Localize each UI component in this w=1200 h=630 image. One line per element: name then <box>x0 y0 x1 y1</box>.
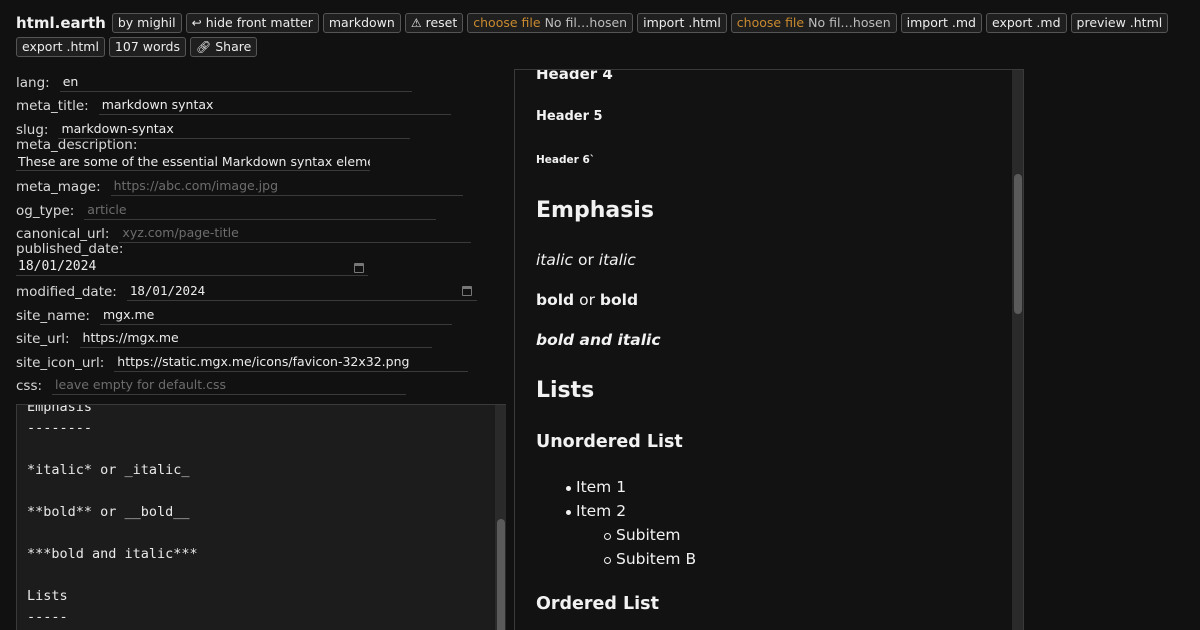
or-text: or <box>579 291 595 309</box>
hide-front-matter-button[interactable]: ↩ hide front matter <box>185 13 319 33</box>
or-text: or <box>577 251 594 269</box>
by-author-button[interactable]: by mighil <box>111 13 182 33</box>
site-name-label: site_name: <box>16 308 90 324</box>
preview-scrollbar-thumb[interactable] <box>1014 174 1022 314</box>
published-date-label: published_date: <box>16 241 124 257</box>
italic-text: italic <box>598 251 636 269</box>
choose-file-label: choose file <box>736 15 805 30</box>
lang-row: lang: en <box>16 70 412 92</box>
reset-button[interactable]: ⚠ reset <box>404 13 464 33</box>
app-window: html.earth by mighil ↩ hide front matter… <box>0 0 1200 630</box>
preview-scrollbar[interactable] <box>1012 70 1023 630</box>
meta-mage-row: meta_mage: https://abc.com/image.jpg <box>16 174 463 196</box>
preview-header-6: Header 6` <box>536 154 596 166</box>
hide-front-matter-label: hide front matter <box>205 15 313 30</box>
site-icon-url-label: site_icon_url: <box>16 355 105 371</box>
link-icon: 🔗︎ <box>196 40 212 54</box>
word-count-badge: 107 words <box>108 37 186 57</box>
og-type-input[interactable]: article <box>84 200 437 220</box>
editor-scrollbar-thumb[interactable] <box>497 519 505 630</box>
modified-date-row: modified_date: 18/01/2024 <box>16 279 477 301</box>
css-row: css: leave empty for default.css <box>16 373 407 395</box>
share-label: Share <box>215 39 252 54</box>
sub-list-item: Subitem B <box>616 550 697 568</box>
bullet-icon <box>566 486 571 491</box>
import-html-button[interactable]: import .html <box>637 13 727 33</box>
choose-file-md-button[interactable]: choose file No fil…hosen <box>730 13 897 33</box>
og-type-label: og_type: <box>16 203 75 219</box>
preview-italic-line: italic or italic <box>536 251 636 269</box>
lang-input[interactable]: en <box>59 72 412 92</box>
toolbar: html.earth by mighil ↩ hide front matter… <box>16 13 1186 57</box>
meta-title-input[interactable]: markdown syntax <box>98 95 451 115</box>
meta-mage-input[interactable]: https://abc.com/image.jpg <box>110 176 463 196</box>
markdown-button[interactable]: markdown <box>322 13 401 33</box>
preview-header-4: Header 4 <box>536 69 613 83</box>
no-file-chosen-label: No fil…hosen <box>544 15 628 30</box>
meta-description-input[interactable]: These are some of the essential Markdown… <box>16 153 370 171</box>
choose-file-label: choose file <box>473 15 541 30</box>
choose-file-html-button[interactable]: choose file No fil…hosen <box>467 13 634 33</box>
site-url-input[interactable]: https://mgx.me <box>79 328 432 348</box>
css-input[interactable]: leave empty for default.css <box>52 375 407 395</box>
circle-bullet-icon <box>604 557 611 564</box>
list-item: Item 2 <box>576 502 627 520</box>
markdown-editor[interactable]: Emphasis -------- *italic* or _italic_ *… <box>16 404 506 630</box>
site-url-row: site_url: https://mgx.me <box>16 326 432 348</box>
bold-text: bold <box>599 291 639 309</box>
lang-label: lang: <box>16 75 50 91</box>
preview-lists-heading: Lists <box>536 378 595 403</box>
editor-text[interactable]: Emphasis -------- *italic* or _italic_ *… <box>27 405 198 628</box>
modified-date-label: modified_date: <box>16 284 117 300</box>
calendar-icon[interactable] <box>462 286 472 296</box>
export-md-button[interactable]: export .md <box>985 13 1067 33</box>
preview-unordered-heading: Unordered List <box>536 432 683 452</box>
return-arrow-icon: ↩ <box>191 16 202 30</box>
brand-title: html.earth <box>16 14 106 32</box>
italic-text: italic <box>536 251 574 269</box>
sub-list-item: Subitem <box>616 526 681 544</box>
bold-text: bold <box>536 291 575 309</box>
modified-date-input[interactable]: 18/01/2024 <box>126 281 477 301</box>
list-item: Item 1 <box>576 478 627 496</box>
canonical-url-input[interactable]: xyz.com/page-title <box>119 223 472 243</box>
bullet-icon <box>566 510 571 515</box>
meta-mage-label: meta_mage: <box>16 179 101 195</box>
calendar-icon[interactable] <box>354 263 364 273</box>
published-date-input[interactable]: 18/01/2024 <box>16 258 368 276</box>
preview-bold-italic-line: bold and italic <box>536 331 661 349</box>
site-name-input[interactable]: mgx.me <box>99 305 452 325</box>
preview-ordered-heading: Ordered List <box>536 594 659 614</box>
preview-pane: Header 4 Header 5 Header 6` Emphasis ita… <box>514 69 1024 630</box>
site-icon-url-row: site_icon_url: https://static.mgx.me/ico… <box>16 350 469 372</box>
preview-emphasis-heading: Emphasis <box>536 198 654 223</box>
preview-html-button[interactable]: preview .html <box>1070 13 1169 33</box>
site-url-label: site_url: <box>16 331 70 347</box>
import-md-button[interactable]: import .md <box>900 13 982 33</box>
reset-label: reset <box>425 15 458 30</box>
preview-bold-line: bold or bold <box>536 291 638 309</box>
site-name-row: site_name: mgx.me <box>16 303 452 325</box>
meta-title-label: meta_title: <box>16 98 89 114</box>
site-icon-url-input[interactable]: https://static.mgx.me/icons/favicon-32x3… <box>114 352 469 372</box>
no-file-chosen-label: No fil…hosen <box>808 15 891 30</box>
export-html-button[interactable]: export .html <box>16 37 105 57</box>
warning-icon: ⚠ <box>410 16 422 30</box>
css-label: css: <box>16 378 43 394</box>
meta-description-label: meta_description: <box>16 137 138 153</box>
og-type-row: og_type: article <box>16 198 437 220</box>
meta-title-row: meta_title: markdown syntax <box>16 93 451 115</box>
share-button[interactable]: 🔗︎ Share <box>190 37 258 57</box>
preview-header-5: Header 5 <box>536 109 603 124</box>
circle-bullet-icon <box>604 533 611 540</box>
